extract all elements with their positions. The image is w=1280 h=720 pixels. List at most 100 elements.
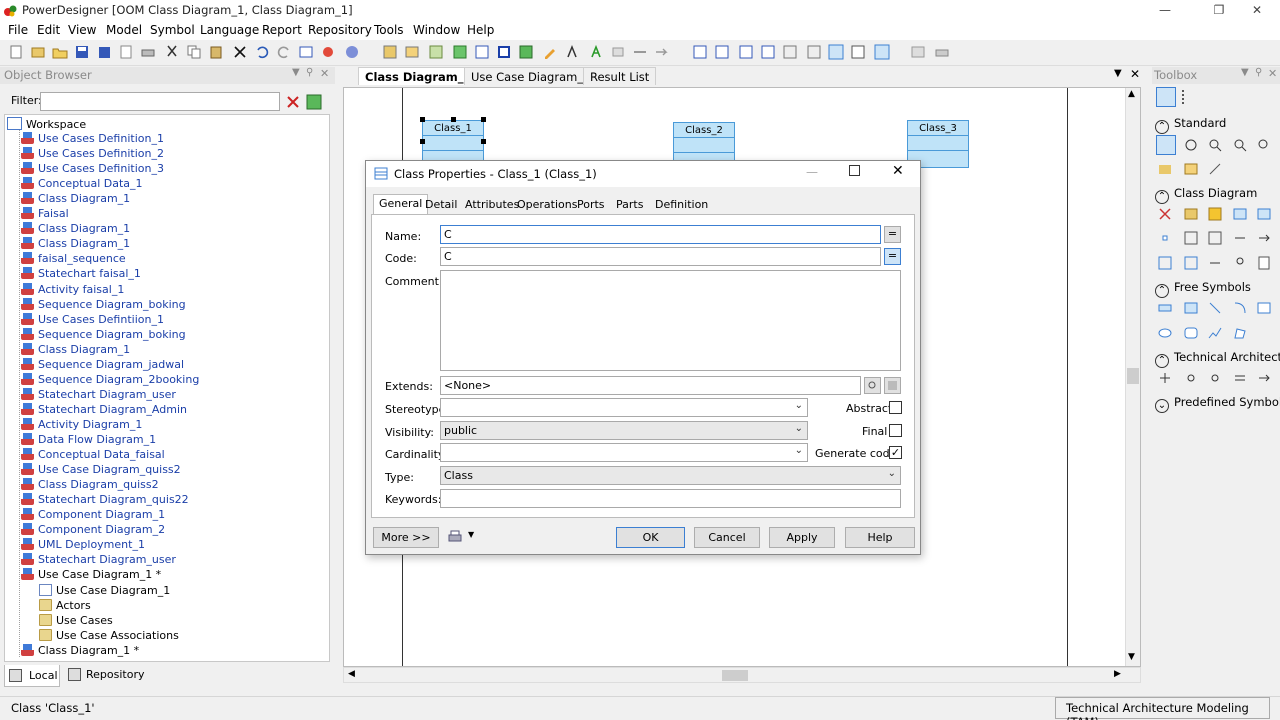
apply-button[interactable]: Apply — [769, 527, 835, 548]
zoom-fit-icon[interactable] — [828, 44, 844, 60]
code-field[interactable]: C — [440, 247, 881, 266]
type-select[interactable]: Class ⌄ — [440, 466, 901, 485]
paste-icon[interactable] — [208, 44, 224, 60]
zoom-icon[interactable] — [850, 44, 866, 60]
tree-item[interactable]: Use Cases Definition_1 — [21, 132, 164, 147]
rectangle-tool-icon[interactable] — [1257, 301, 1271, 315]
align-right-icon[interactable] — [738, 44, 754, 60]
print-preview-icon[interactable] — [118, 44, 134, 60]
apply-filter-icon[interactable] — [306, 94, 322, 110]
page-layout-icon[interactable] — [874, 44, 890, 60]
pencil-icon[interactable] — [542, 44, 558, 60]
text-color-icon[interactable] — [588, 44, 604, 60]
generate-code-checkbox[interactable]: ✓ — [889, 446, 902, 459]
tree-item[interactable]: Class Diagram_1 * — [21, 643, 139, 659]
fill-icon[interactable] — [610, 44, 626, 60]
tree-item[interactable]: Use Case Diagram_quiss2 — [21, 463, 181, 478]
tree-item-folder[interactable]: Use Cases — [39, 613, 113, 629]
menu-symbol[interactable]: Symbol — [150, 23, 195, 37]
tree-item[interactable]: Activity Diagram_1 — [21, 417, 142, 433]
note-tool-icon[interactable] — [1184, 162, 1198, 176]
component-tool-icon[interactable] — [1257, 207, 1271, 221]
ellipse-tool-icon[interactable] — [1158, 326, 1172, 340]
check-model-icon[interactable] — [344, 44, 360, 60]
interface-tool-icon[interactable] — [1208, 207, 1222, 221]
toolbox-section-technical-architecture[interactable]: ⌃Technical Architecture — [1155, 350, 1280, 368]
tab-ports[interactable]: Ports — [572, 196, 610, 214]
comment-field[interactable] — [440, 270, 901, 371]
table-tool-icon[interactable] — [1233, 207, 1247, 221]
tree-item[interactable]: Use Cases Defintiion_1 — [21, 312, 164, 328]
dependency-tool-icon[interactable] — [1257, 231, 1271, 245]
tree-item[interactable]: Sequence Diagram_boking — [21, 297, 186, 313]
align-center-icon[interactable] — [714, 44, 730, 60]
tree-item[interactable]: Class Diagram_1 — [21, 222, 130, 237]
aggregation-tool-icon[interactable] — [1158, 256, 1172, 270]
menu-repository[interactable]: Repository — [308, 23, 372, 37]
line-style-icon[interactable] — [632, 44, 648, 60]
menu-language[interactable]: Language — [200, 23, 259, 37]
tab-definition[interactable]: Definition — [650, 196, 713, 214]
zoom-in-tool-icon[interactable] — [1208, 138, 1222, 152]
port-tool-icon[interactable] — [1158, 231, 1172, 245]
cardinality-select[interactable]: ⌄ — [440, 443, 808, 462]
ok-button[interactable]: OK — [616, 527, 685, 548]
menu-help[interactable]: Help — [467, 23, 494, 37]
open-icon[interactable] — [52, 44, 68, 60]
dialog-close-icon[interactable]: ✕ — [892, 163, 904, 179]
tree-item[interactable]: Class Diagram_1 — [21, 237, 130, 252]
composition-tool-icon[interactable] — [1184, 256, 1198, 270]
new-model-icon[interactable] — [30, 44, 46, 60]
tree-item[interactable]: Component Diagram_2 — [21, 523, 165, 538]
selection-handle[interactable] — [481, 139, 486, 144]
realization-tool-icon[interactable] — [1208, 231, 1222, 245]
help-button[interactable]: Help — [845, 527, 915, 548]
redo-icon[interactable] — [276, 44, 292, 60]
tree-item[interactable]: faisal_sequence — [21, 252, 126, 267]
abstract-checkbox[interactable] — [889, 401, 902, 414]
pin-icon[interactable]: ⚲ — [306, 67, 313, 78]
scroll-down-icon[interactable]: ▼ — [1128, 652, 1135, 662]
delete-icon[interactable] — [232, 44, 248, 60]
more-button[interactable]: More >> — [373, 527, 439, 548]
group-icon[interactable] — [782, 44, 798, 60]
tab-detail[interactable]: Detail — [420, 196, 462, 214]
pointer-tool-icon[interactable] — [1156, 135, 1176, 155]
selection-handle[interactable] — [481, 117, 486, 122]
select-extends-icon[interactable] — [864, 377, 881, 394]
tam-agent-tool-icon[interactable] — [1158, 371, 1172, 385]
keywords-field[interactable] — [440, 489, 901, 508]
tree-item[interactable]: Conceptual Data_1 — [21, 177, 143, 192]
open-diagram-tool-icon[interactable] — [1257, 138, 1271, 152]
tree-item[interactable]: Sequence Diagram_jadwal — [21, 357, 184, 373]
title-box-tool-icon[interactable] — [1158, 301, 1172, 315]
arc-tool-icon[interactable] — [1233, 301, 1247, 315]
menu-view[interactable]: View — [68, 23, 96, 37]
print-icon[interactable] — [140, 44, 156, 60]
toolbox-large-icons-icon[interactable] — [1156, 87, 1176, 107]
tree-item[interactable]: Faisal — [21, 207, 69, 222]
selection-handle[interactable] — [420, 139, 425, 144]
model-options-icon[interactable] — [428, 44, 444, 60]
menu-report[interactable]: Report — [262, 23, 302, 37]
tree-item[interactable]: Conceptual Data_faisal — [21, 448, 165, 463]
scroll-up-icon[interactable]: ▲ — [1128, 89, 1135, 99]
tab-parts[interactable]: Parts — [611, 196, 648, 214]
code-sync-button[interactable]: = — [884, 248, 901, 265]
instance-link-tool-icon[interactable] — [1233, 256, 1247, 270]
tab-result-list[interactable]: Result List — [583, 67, 657, 85]
tam-arrow-tool-icon[interactable] — [1257, 371, 1271, 385]
table-icon[interactable] — [518, 44, 534, 60]
require-link-tool-icon[interactable] — [1208, 256, 1222, 270]
toolbox-section-standard[interactable]: ⌃ Standard — [1155, 116, 1226, 134]
tam-channel-tool-icon[interactable] — [1184, 371, 1198, 385]
class-tool-icon[interactable] — [1184, 207, 1198, 221]
close-icon[interactable]: ✕ — [1234, 0, 1280, 21]
text-tool-icon[interactable] — [1184, 301, 1198, 315]
line-tool-icon[interactable] — [1208, 301, 1222, 315]
tree-item[interactable]: Sequence Diagram_boking — [21, 327, 186, 343]
tam-protocol-tool-icon[interactable] — [1208, 371, 1222, 385]
final-checkbox[interactable] — [889, 424, 902, 437]
toolbox-list-icon[interactable] — [1182, 90, 1196, 104]
menu-window[interactable]: Window — [413, 23, 460, 37]
